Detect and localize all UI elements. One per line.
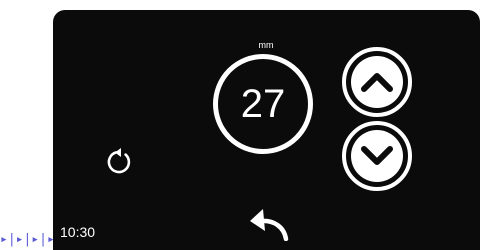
decrease-button[interactable] (342, 121, 412, 191)
value-text: 27 (240, 82, 286, 126)
increase-button-face (351, 56, 403, 108)
chevron-up-icon (361, 73, 393, 92)
back-button[interactable] (246, 203, 290, 242)
increase-button[interactable] (342, 47, 412, 117)
refresh-button[interactable] (104, 142, 134, 176)
background-pattern: ▸|▸|▸|▸|▸| (0, 232, 60, 247)
clock-time: 10:30 (60, 224, 96, 240)
decrease-button-face (351, 130, 403, 182)
unit-label: mm (258, 40, 274, 50)
back-arrow-icon (250, 209, 289, 242)
refresh-icon (107, 148, 131, 174)
value-display: 27 (213, 54, 313, 154)
chevron-down-icon (361, 146, 393, 165)
